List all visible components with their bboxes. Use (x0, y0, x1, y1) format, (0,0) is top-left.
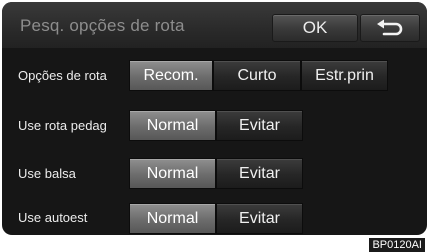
figure-code-badge: BP0120AI (369, 238, 425, 252)
route-options-label: Opções de rota (18, 68, 107, 83)
option-recommended[interactable]: Recom. (129, 60, 213, 91)
option-main-roads[interactable]: Estr.prin (301, 60, 388, 91)
toll-road-label: Use rota pedag (18, 118, 107, 133)
toll-normal-button[interactable]: Normal (129, 110, 216, 141)
back-arrow-icon (375, 19, 405, 37)
back-button[interactable] (360, 14, 420, 42)
ferry-normal-button[interactable]: Normal (129, 158, 216, 189)
highway-normal-button[interactable]: Normal (129, 203, 216, 234)
highway-label: Use autoest (18, 210, 88, 225)
highway-avoid-button[interactable]: Evitar (216, 203, 303, 234)
option-shortest[interactable]: Curto (213, 60, 301, 91)
header-bar: Pesq. opções de rota OK (2, 2, 427, 48)
toll-avoid-button[interactable]: Evitar (216, 110, 303, 141)
ferry-label: Use balsa (18, 166, 76, 181)
ferry-avoid-button[interactable]: Evitar (216, 158, 303, 189)
ok-button[interactable]: OK (272, 14, 358, 42)
route-options-screen: Pesq. opções de rota OK Opções de rota R… (2, 2, 427, 235)
page-title: Pesq. opções de rota (20, 16, 185, 35)
